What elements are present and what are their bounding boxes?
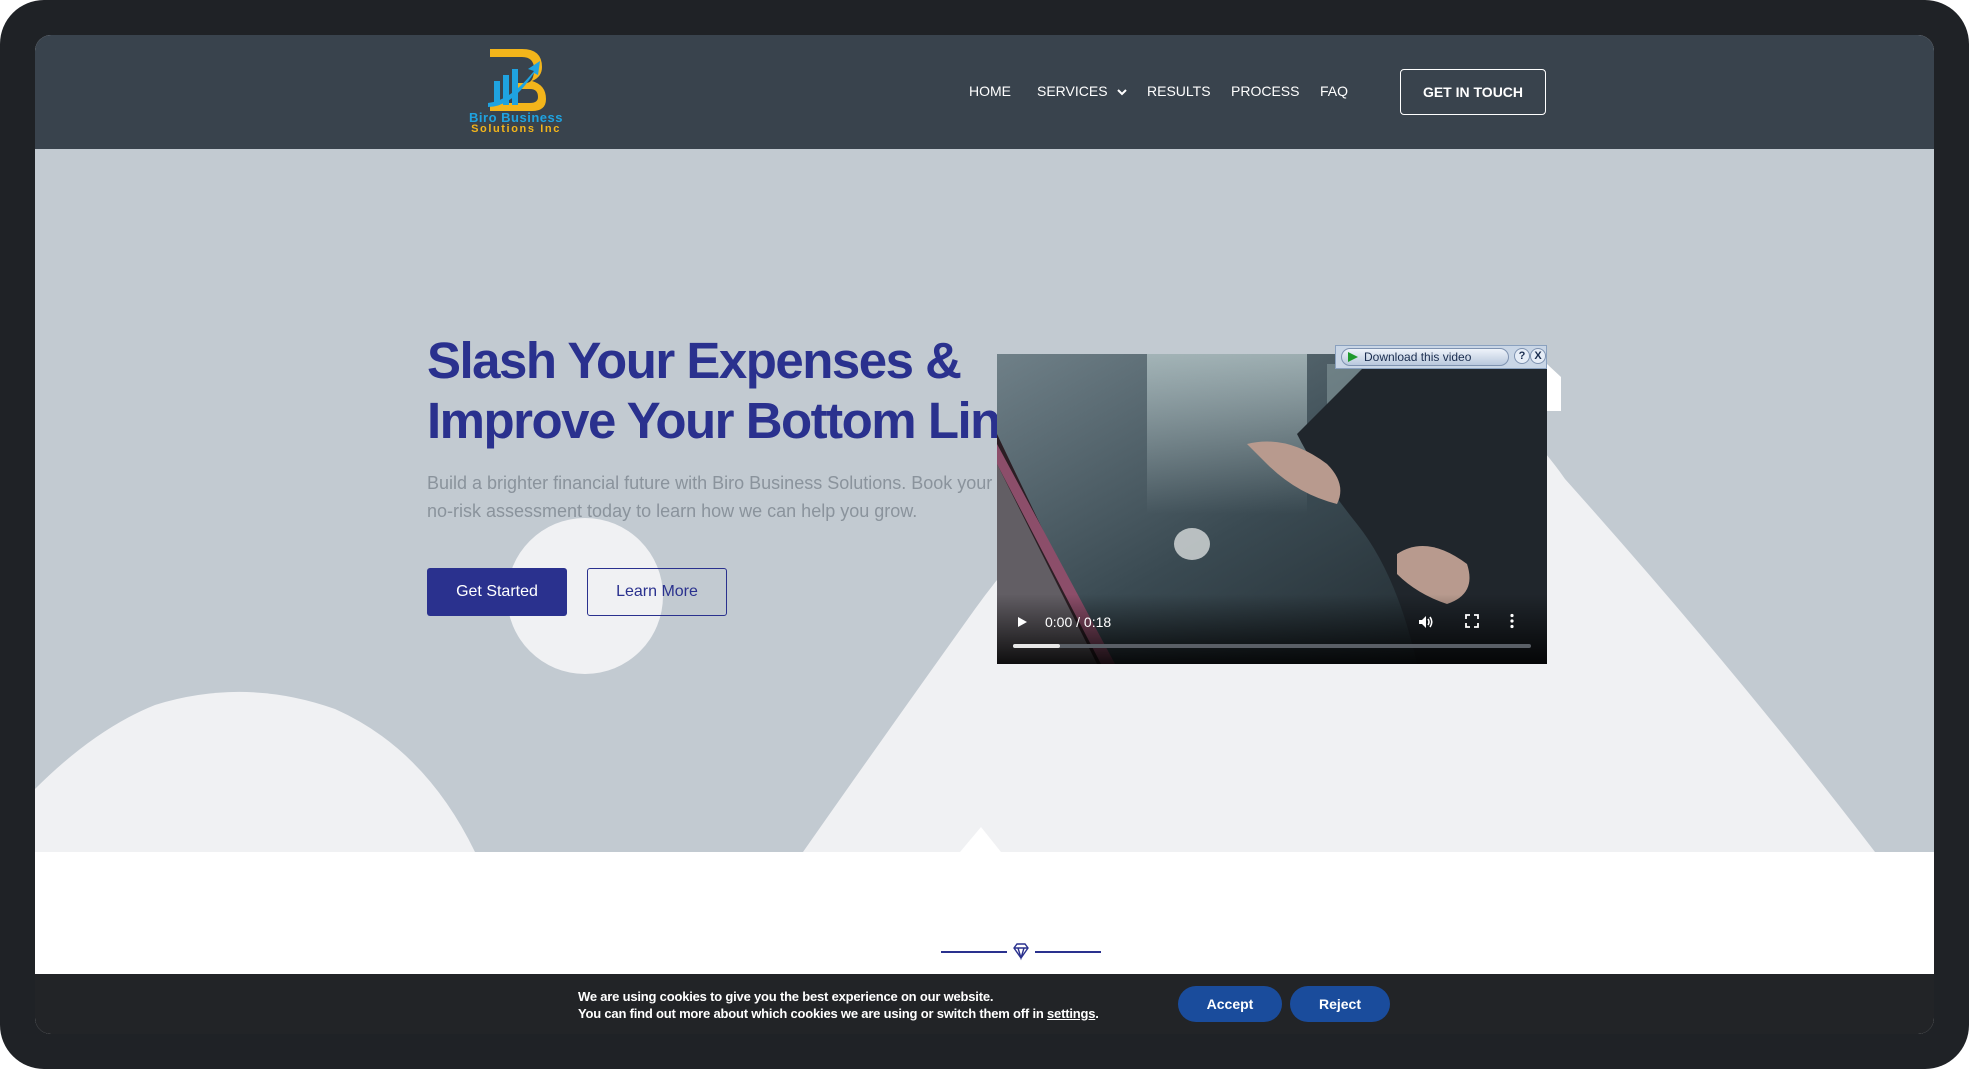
cookie-message: We are using cookies to give you the bes… — [578, 988, 1099, 1022]
hero-title-line2: Improve Your Bottom Line — [427, 392, 1028, 449]
site-header: Biro Business Solutions Inc HOME SERVICE… — [35, 35, 1934, 149]
browser-viewport: Biro Business Solutions Inc HOME SERVICE… — [35, 35, 1934, 1034]
brand-name-line2: Solutions Inc — [471, 123, 561, 135]
cookie-message-line2: You can find out more about which cookie… — [578, 1005, 1099, 1022]
hero-description: Build a brighter financial future with B… — [427, 469, 997, 525]
nav-home[interactable]: HOME — [969, 83, 1011, 99]
learn-more-button[interactable]: Learn More — [587, 568, 727, 616]
chevron-down-icon — [1117, 89, 1128, 96]
reject-cookies-button[interactable]: Reject — [1290, 986, 1390, 1022]
nav-process[interactable]: PROCESS — [1231, 83, 1299, 99]
download-video-label: Download this video — [1364, 350, 1472, 364]
nav-faq[interactable]: FAQ — [1320, 83, 1348, 99]
fullscreen-icon[interactable] — [1464, 613, 1480, 629]
accept-cookies-button[interactable]: Accept — [1178, 986, 1282, 1022]
cookie-message-line2-end: . — [1095, 1006, 1099, 1021]
video-time: 0:00 / 0:18 — [1045, 614, 1112, 630]
hero-section: Slash Your Expenses & Improve Your Botto… — [35, 149, 1934, 852]
video-download-toolbar: Download this video ? X — [1335, 345, 1547, 369]
cookie-message-line2-text: You can find out more about which cookie… — [578, 1006, 1048, 1021]
nav-services-label: SERVICES — [1037, 83, 1108, 99]
nav-services[interactable]: SERVICES — [1037, 83, 1128, 99]
download-video-button[interactable]: Download this video — [1341, 348, 1509, 366]
help-icon[interactable]: ? — [1514, 348, 1530, 364]
download-play-icon — [1348, 352, 1358, 362]
hero-description-line2: no-risk assessment today to learn how we… — [427, 501, 918, 521]
more-options-icon[interactable] — [1509, 613, 1515, 629]
play-icon[interactable] — [1015, 615, 1029, 629]
get-in-touch-button[interactable]: GET IN TOUCH — [1400, 69, 1546, 115]
volume-icon[interactable] — [1417, 613, 1435, 631]
cookie-settings-link[interactable]: settings — [1047, 1006, 1095, 1021]
hero-video[interactable]: 0:00 / 0:18 — [997, 354, 1547, 664]
get-started-button[interactable]: Get Started — [427, 568, 567, 616]
device-frame: Biro Business Solutions Inc HOME SERVICE… — [0, 0, 1969, 1069]
video-progress-fill — [1013, 644, 1060, 648]
nav-results[interactable]: RESULTS — [1147, 83, 1211, 99]
cookie-message-line1: We are using cookies to give you the bes… — [578, 989, 994, 1004]
cookie-consent-bar: We are using cookies to give you the bes… — [35, 974, 1934, 1034]
video-progress-bar[interactable] — [1013, 644, 1531, 648]
hero-title-line1: Slash Your Expenses & — [427, 332, 962, 389]
hero-title: Slash Your Expenses & Improve Your Botto… — [427, 331, 1028, 451]
hero-description-line1: Build a brighter financial future with B… — [427, 473, 993, 493]
section-divider — [941, 943, 1101, 961]
video-controls: 0:00 / 0:18 — [997, 594, 1547, 664]
diamond-icon — [1013, 943, 1029, 961]
close-icon[interactable]: X — [1530, 348, 1546, 364]
